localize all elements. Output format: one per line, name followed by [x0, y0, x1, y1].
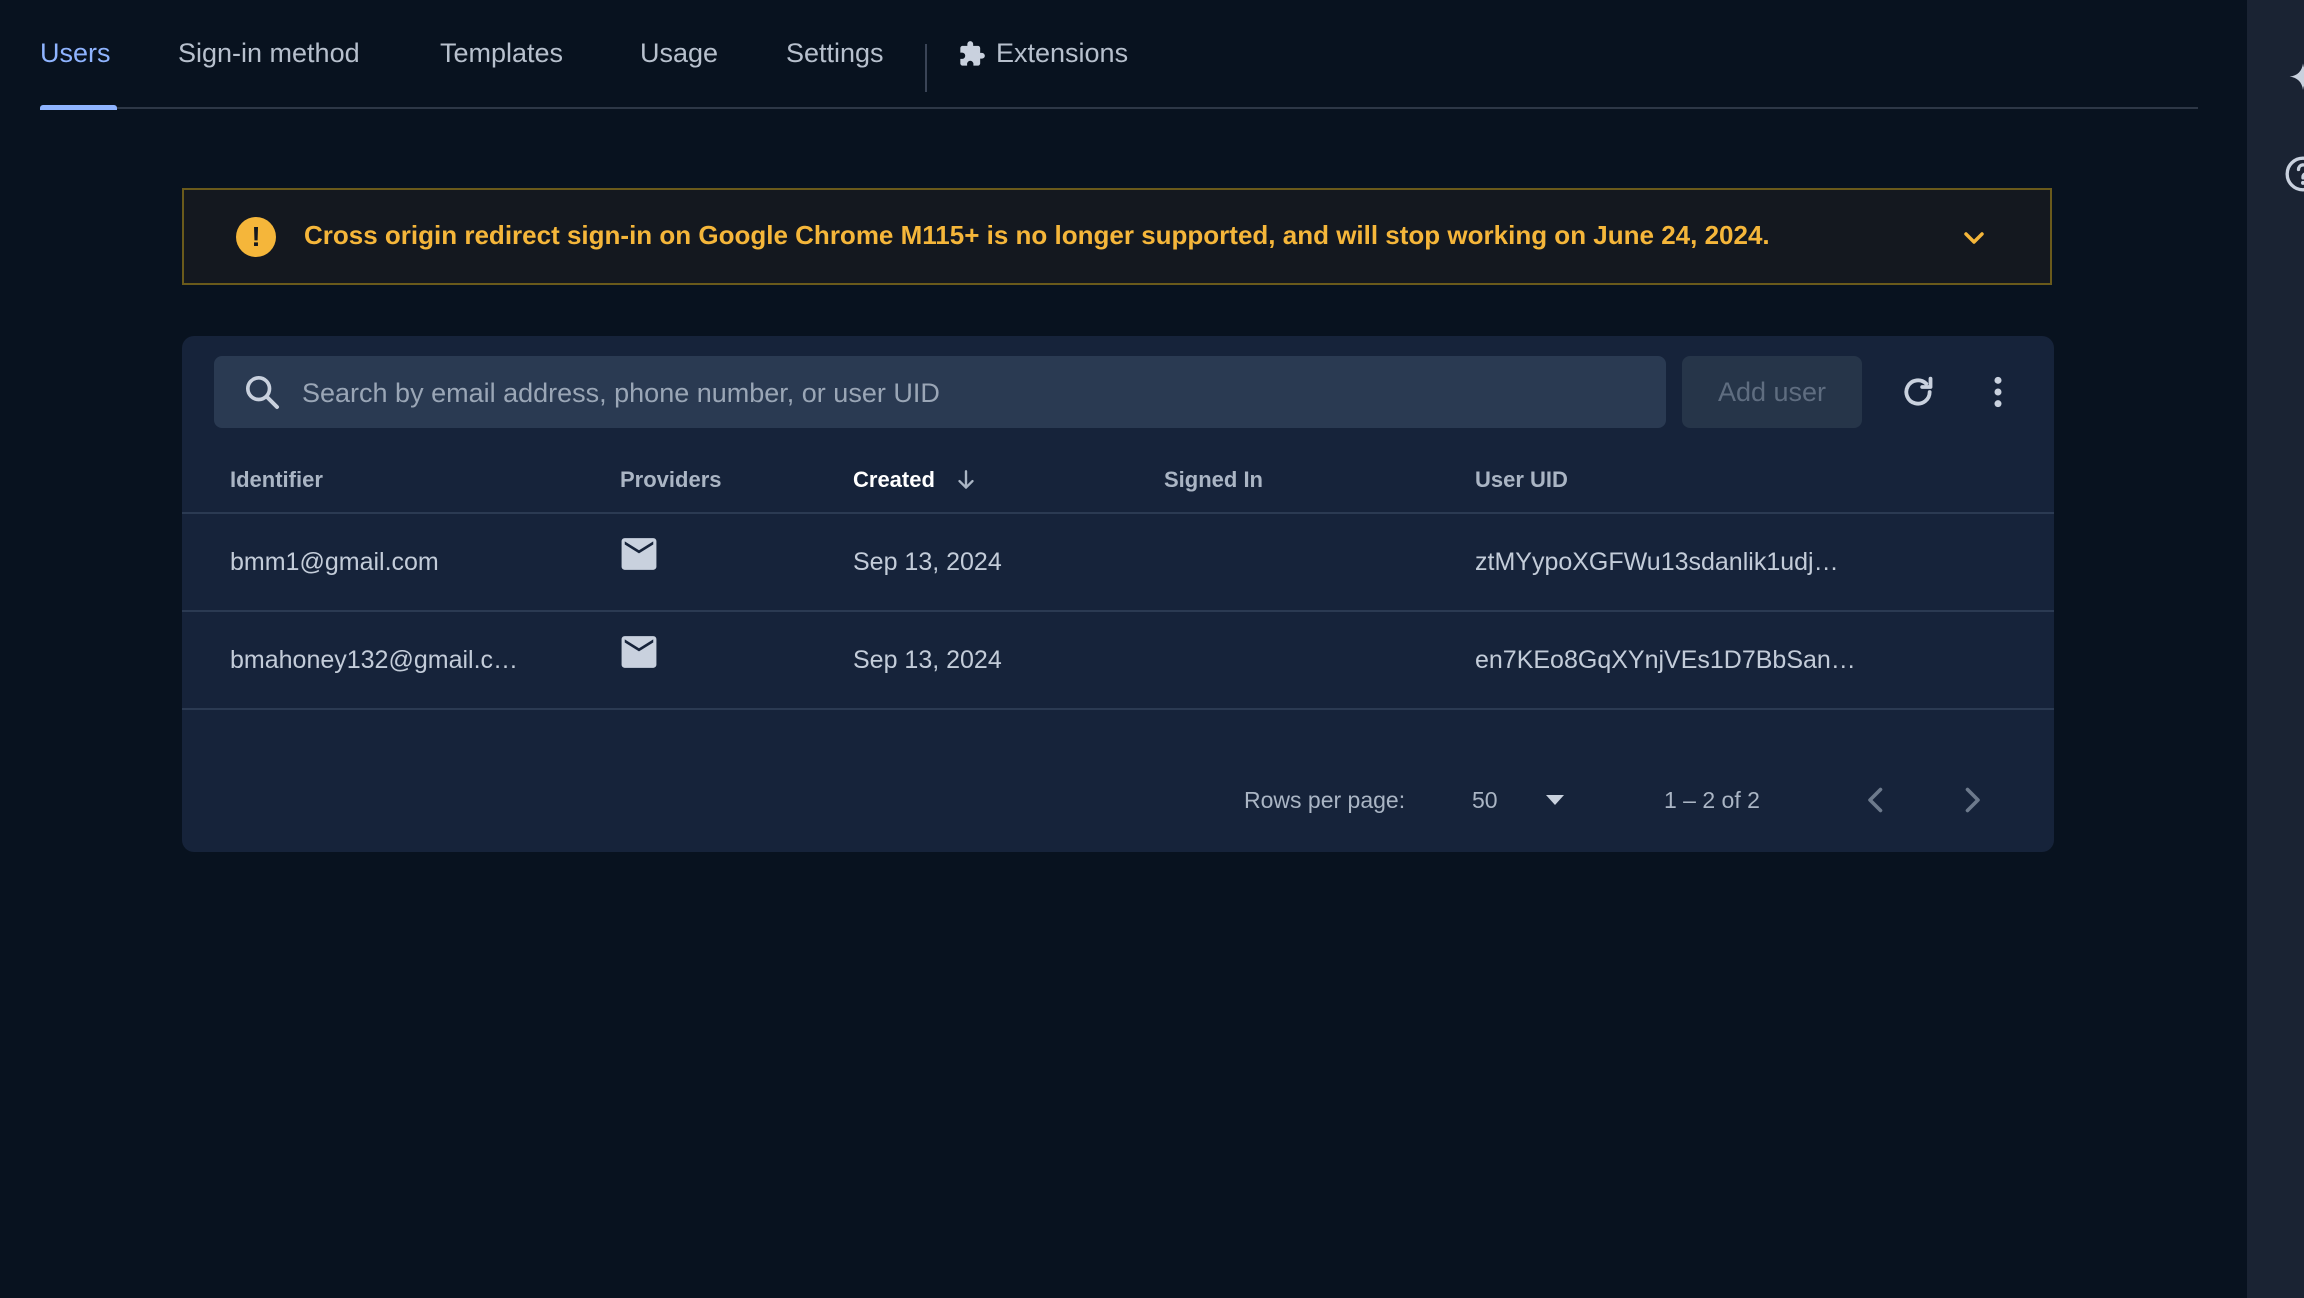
arrow-down-icon: [958, 470, 974, 489]
tab-label: Users: [40, 38, 111, 68]
tab-label: Extensions: [996, 38, 1129, 68]
identifier-cell: bmm1@gmail.com: [230, 547, 439, 576]
tab-label: Templates: [440, 38, 564, 68]
user-uid-cell: en7KEo8GqXYnjVEs1D7BbSan…: [1475, 645, 1856, 674]
tab-label: Settings: [786, 38, 884, 68]
rows-per-page-select[interactable]: 50: [1472, 780, 1564, 820]
puzzle-icon: [960, 40, 985, 66]
chevron-down-icon[interactable]: [1958, 222, 1990, 254]
column-header-created[interactable]: Created: [853, 448, 979, 512]
tab-settings[interactable]: Settings: [786, 0, 884, 107]
email-icon: [621, 538, 657, 570]
main-area: Users Sign-in method Templates Usage Set…: [0, 0, 2247, 1298]
chevron-left-icon[interactable]: [1858, 782, 1894, 818]
tab-templates[interactable]: Templates: [440, 0, 563, 107]
tab-usage[interactable]: Usage: [640, 0, 718, 107]
identifier-cell: bmahoney132@gmail.c…: [230, 645, 519, 674]
search-input[interactable]: [300, 356, 1644, 430]
refresh-icon[interactable]: [1898, 372, 1938, 412]
created-cell: Sep 13, 2024: [853, 645, 1002, 674]
warning-icon: !: [236, 217, 276, 257]
tab-bar: Users Sign-in method Templates Usage Set…: [40, 0, 2198, 110]
rows-per-page-label: Rows per page:: [1244, 786, 1406, 813]
tab-extensions[interactable]: Extensions: [958, 0, 1128, 107]
help-icon[interactable]: [2283, 154, 2304, 194]
column-header-providers: Providers: [620, 467, 722, 492]
tab-label: Sign-in method: [178, 38, 360, 68]
right-side-panel: [2247, 0, 2304, 1298]
chevron-right-icon[interactable]: [1954, 782, 1990, 818]
table-row[interactable]: bmahoney132@gmail.c… Sep 13, 2024 en7KEo…: [182, 612, 2054, 710]
column-header-identifier: Identifier: [230, 467, 323, 492]
column-header-signed-in: Signed In: [1164, 467, 1263, 492]
tab-label: Usage: [640, 38, 719, 68]
search-icon: [246, 376, 279, 409]
column-header-label: Created: [853, 467, 935, 492]
email-icon: [621, 636, 657, 668]
warning-banner: ! Cross origin redirect sign-in on Googl…: [182, 188, 2052, 285]
column-header-user-uid: User UID: [1475, 467, 1568, 492]
search-bar: [214, 356, 1666, 430]
caret-down-icon: [1545, 795, 1564, 805]
add-user-button[interactable]: Add user: [1682, 356, 1862, 428]
table-row[interactable]: bmm1@gmail.com Sep 13, 2024 ztMYypoXGFWu…: [182, 514, 2054, 612]
table-header: Identifier Providers Created Signed In U…: [182, 448, 2054, 514]
sparkle-icon[interactable]: [2283, 60, 2304, 100]
created-cell: Sep 13, 2024: [853, 547, 1002, 576]
tab-users[interactable]: Users: [40, 0, 117, 110]
active-tab-indicator: [40, 105, 117, 110]
tab-sign-in-method[interactable]: Sign-in method: [178, 0, 360, 107]
users-card: Add user Identifier Providers Created Si…: [182, 336, 2054, 852]
more-vert-icon[interactable]: [1978, 372, 2018, 412]
tab-divider: [925, 44, 927, 92]
pagination: Rows per page: 50 1 – 2 of 2: [182, 780, 2054, 820]
page-range: 1 – 2 of 2: [1664, 786, 1760, 813]
user-uid-cell: ztMYypoXGFWu13sdanlik1udj…: [1475, 547, 1839, 576]
warning-message: Cross origin redirect sign-in on Google …: [304, 220, 1770, 250]
rows-per-page-value: 50: [1472, 786, 1498, 813]
